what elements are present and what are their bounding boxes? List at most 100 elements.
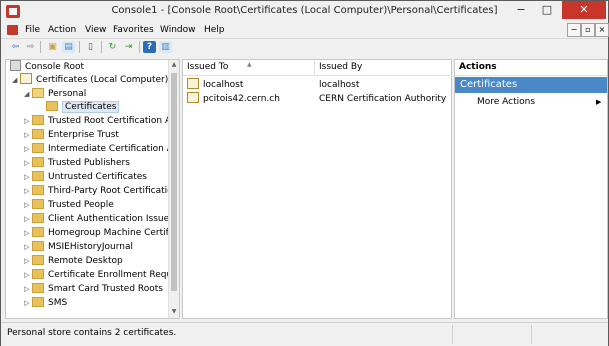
console-tree-pane[interactable]: Console Root ◢ Certificates (Local Comput… — [5, 59, 180, 319]
collapsed-arrow-icon[interactable]: ▷ — [24, 213, 32, 226]
status-bar: Personal store contains 2 certificates. — [1, 322, 608, 346]
forward-arrow-icon[interactable]: ⇨ — [24, 41, 37, 53]
show-hide-tree-icon[interactable]: ▤ — [62, 41, 75, 53]
actions-header: Actions — [455, 60, 607, 76]
folder-icon — [32, 184, 44, 195]
actions-pane: Actions Certificates More Actions ▶ — [454, 59, 608, 319]
collapsed-arrow-icon[interactable]: ▷ — [24, 143, 32, 156]
tree-item-store[interactable]: ▷ SMS — [24, 296, 67, 310]
toolbar-separator — [101, 41, 102, 53]
folder-icon — [32, 128, 44, 139]
folder-icon — [32, 282, 44, 293]
menu-file[interactable]: File — [25, 25, 40, 35]
collapsed-arrow-icon[interactable]: ▷ — [24, 199, 32, 212]
tree-scrollbar[interactable]: ▲ ▼ — [168, 60, 179, 318]
folder-icon — [32, 268, 44, 279]
tree-item-store[interactable]: ▷ Trusted People — [24, 198, 114, 212]
child-restore-button[interactable]: ▫ — [581, 23, 595, 37]
tree-item-store[interactable]: ▷ Certificate Enrollment Reques — [24, 268, 179, 282]
toolbar: ⇦ ⇨ ▣ ▤ ▯ ↻ ⇥ ? ▥ — [1, 38, 608, 56]
up-folder-icon[interactable]: ▣ — [46, 41, 59, 53]
tree-item-store[interactable]: ▷ Smart Card Trusted Roots — [24, 282, 163, 296]
collapsed-arrow-icon[interactable]: ▷ — [24, 269, 32, 282]
child-close-button[interactable]: × — [595, 23, 609, 37]
toolbar-separator — [139, 41, 140, 53]
collapsed-arrow-icon[interactable]: ▷ — [24, 185, 32, 198]
list-item-issued-by[interactable]: CERN Certification Authority — [319, 92, 446, 106]
collapsed-arrow-icon[interactable]: ▷ — [24, 171, 32, 184]
tree-item-store[interactable]: ▷ Enterprise Trust — [24, 128, 119, 142]
menu-view[interactable]: View — [85, 25, 106, 35]
column-header-issued-by[interactable]: Issued By — [315, 60, 450, 76]
folder-icon — [32, 114, 44, 125]
menu-help[interactable]: Help — [204, 25, 225, 35]
status-divider — [531, 325, 532, 344]
certificate-icon — [187, 92, 199, 103]
collapsed-arrow-icon[interactable]: ▷ — [24, 241, 32, 254]
status-divider — [452, 325, 453, 344]
menu-favorites[interactable]: Favorites — [113, 25, 154, 35]
list-item-issued-to[interactable]: localhost — [187, 78, 243, 92]
folder-icon — [32, 142, 44, 153]
actions-section-certificates[interactable]: Certificates — [455, 77, 607, 93]
menu-action[interactable]: Action — [48, 25, 76, 35]
tree-item-certificates-selected[interactable]: Certificates — [46, 100, 120, 114]
action-pane-icon[interactable]: ▥ — [159, 41, 172, 53]
export-icon[interactable]: ⇥ — [122, 41, 135, 53]
collapsed-arrow-icon[interactable]: ▷ — [24, 129, 32, 142]
column-header-issued-to[interactable]: ▲ Issued To — [183, 60, 315, 76]
child-minimize-button[interactable]: − — [567, 23, 581, 37]
maximize-button[interactable]: □ — [534, 1, 560, 19]
tree-item-store[interactable]: ▷ Trusted Root Certification Aut — [24, 114, 179, 128]
collapsed-arrow-icon[interactable]: ▷ — [24, 227, 32, 240]
more-actions-link[interactable]: More Actions — [477, 95, 535, 109]
collapsed-arrow-icon[interactable]: ▷ — [24, 115, 32, 128]
tree-item-store[interactable]: ▷ Client Authentication Issuers — [24, 212, 178, 226]
help-icon[interactable]: ? — [143, 41, 156, 53]
open-folder-icon — [32, 87, 44, 98]
collapsed-arrow-icon[interactable]: ▷ — [24, 283, 32, 296]
collapsed-arrow-icon[interactable]: ▷ — [24, 157, 32, 170]
folder-icon — [32, 198, 44, 209]
console-root-icon — [10, 60, 21, 71]
folder-icon — [46, 100, 58, 111]
menu-bar: File Action View Favorites Window Help −… — [1, 23, 609, 38]
document-menu-icon[interactable] — [7, 25, 18, 35]
tree-item-store[interactable]: ▷ Trusted Publishers — [24, 156, 130, 170]
folder-icon — [32, 156, 44, 167]
tree-item-store[interactable]: ▷ MSIEHistoryJournal — [24, 240, 133, 254]
close-button[interactable]: ✕ — [562, 1, 606, 19]
tree-item-store[interactable]: ▷ Remote Desktop — [24, 254, 123, 268]
collapsed-arrow-icon[interactable]: ▷ — [24, 255, 32, 268]
list-item-issued-by[interactable]: localhost — [319, 78, 359, 92]
expanded-arrow-icon[interactable]: ◢ — [12, 74, 20, 87]
mmc-window: Console1 - [Console Root\Certificates (L… — [0, 0, 609, 346]
collapsed-arrow-icon[interactable]: ▷ — [24, 297, 32, 310]
folder-icon — [32, 170, 44, 181]
tree-item-personal[interactable]: ◢ Personal — [24, 87, 86, 101]
scroll-up-icon[interactable]: ▲ — [169, 60, 179, 70]
tree-item-certificates-local-computer[interactable]: ◢ Certificates (Local Computer) — [12, 73, 168, 87]
scroll-down-icon[interactable]: ▼ — [169, 307, 179, 317]
tree-item-store[interactable]: ▷ Untrusted Certificates — [24, 170, 147, 184]
menu-window[interactable]: Window — [160, 25, 196, 35]
copy-icon[interactable]: ▯ — [84, 41, 97, 53]
title-bar[interactable]: Console1 - [Console Root\Certificates (L… — [1, 1, 608, 23]
refresh-icon[interactable]: ↻ — [106, 41, 119, 53]
minimize-button[interactable]: − — [508, 1, 534, 19]
tree-item-store[interactable]: ▷ Homegroup Machine Certifica — [24, 226, 179, 240]
status-text: Personal store contains 2 certificates. — [7, 328, 177, 338]
toolbar-separator — [79, 41, 80, 53]
list-item-issued-to[interactable]: pcitois42.cern.ch — [187, 92, 280, 106]
folder-icon — [32, 226, 44, 237]
tree-item-store[interactable]: ▷ Third-Party Root Certification — [24, 184, 178, 198]
scroll-thumb[interactable] — [171, 73, 177, 291]
expanded-arrow-icon[interactable]: ◢ — [24, 88, 32, 101]
certificate-list-pane[interactable]: ▲ Issued To Issued By localhost localhos… — [182, 59, 452, 319]
folder-icon — [32, 254, 44, 265]
sort-ascending-icon: ▲ — [247, 61, 252, 68]
submenu-arrow-icon[interactable]: ▶ — [596, 95, 601, 109]
toolbar-separator — [40, 41, 41, 53]
back-arrow-icon[interactable]: ⇦ — [9, 41, 22, 53]
tree-item-store[interactable]: ▷ Intermediate Certification Aut — [24, 142, 179, 156]
